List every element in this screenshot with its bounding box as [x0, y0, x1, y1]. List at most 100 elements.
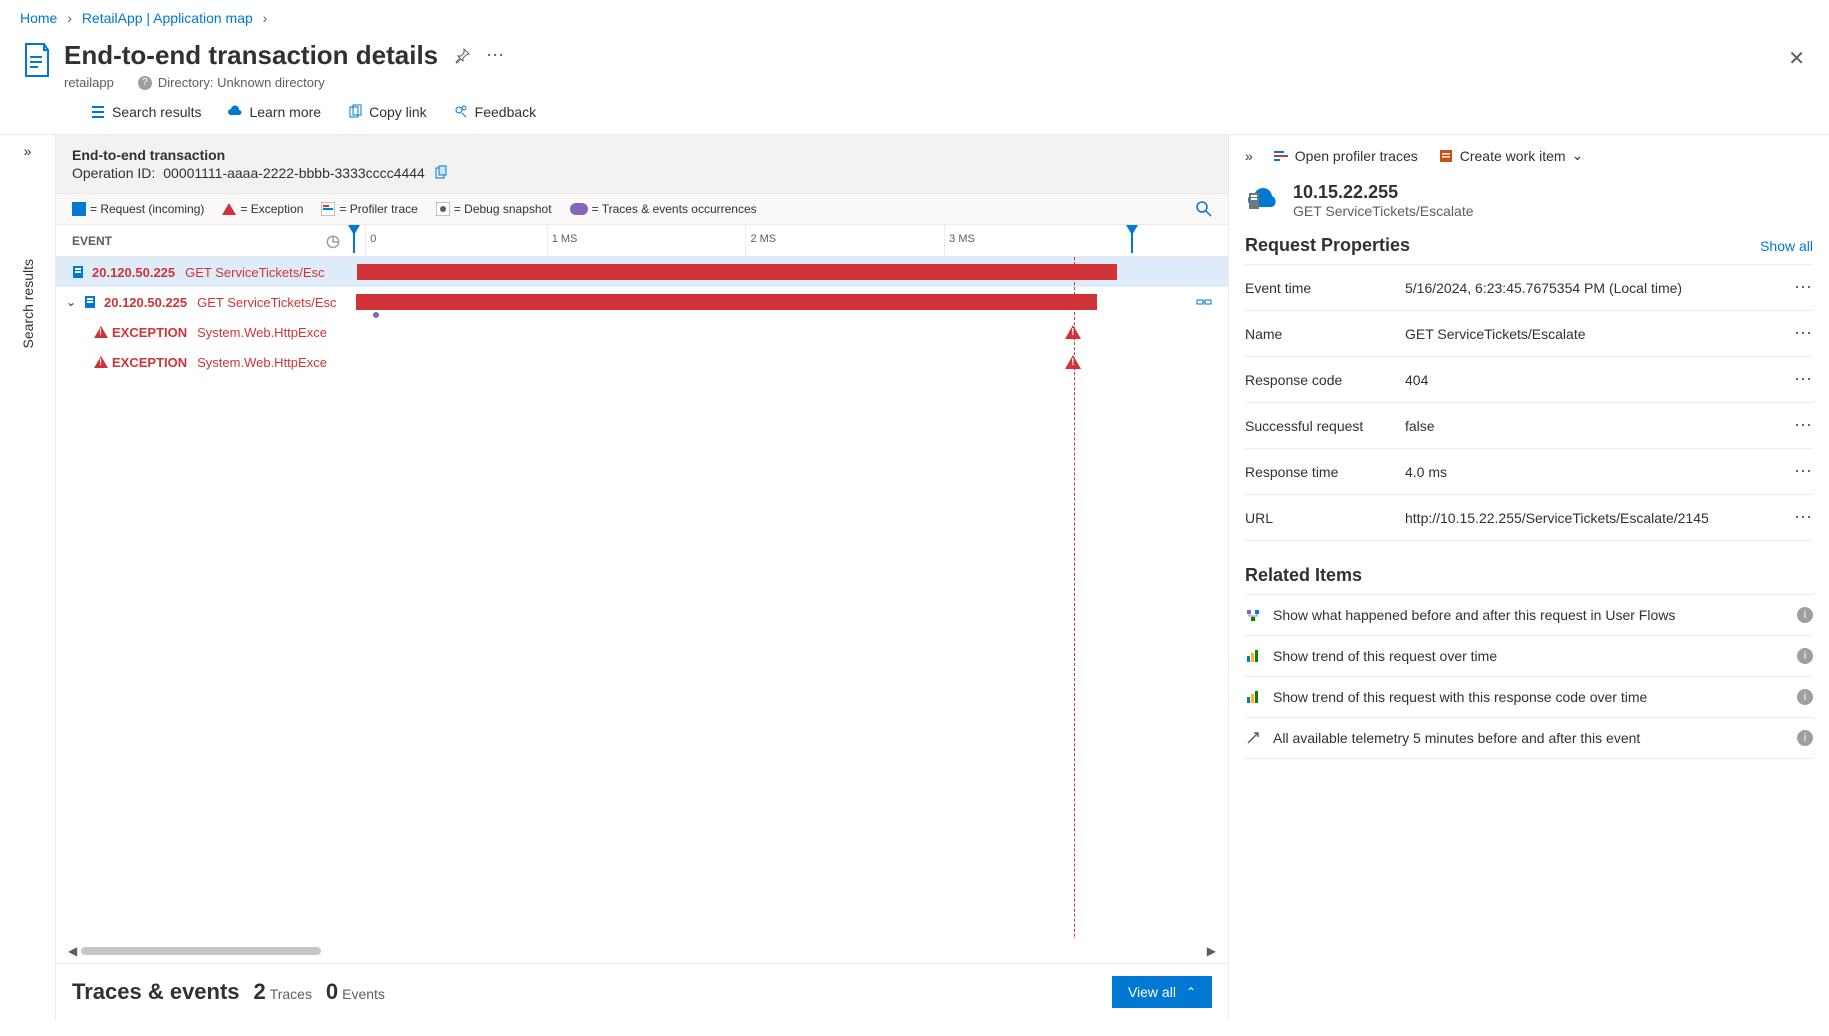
legend-snapshot: = Debug snapshot: [436, 202, 552, 216]
legend-exception: = Exception: [222, 202, 303, 216]
list-item: Event time5/16/2024, 6:23:45.7675354 PM …: [1245, 265, 1813, 311]
list-item[interactable]: Show trend of this request over time i: [1245, 636, 1813, 677]
tick: 3 MS: [944, 225, 975, 256]
breadcrumb-sep: ›: [263, 10, 268, 26]
more-icon[interactable]: ⋯: [1794, 277, 1813, 298]
section-title: Related Items: [1245, 565, 1813, 586]
row-action-icon[interactable]: [1196, 294, 1212, 310]
view-all-button[interactable]: View all ⌃: [1112, 976, 1212, 1008]
chevron-down-icon[interactable]: ⌄: [66, 295, 80, 309]
resource-name: retailapp: [64, 75, 114, 90]
duration-bar: [356, 294, 1097, 310]
chevron-up-icon: ⌃: [1186, 985, 1196, 999]
chart-icon: [1245, 648, 1261, 664]
open-profiler-button[interactable]: Open profiler traces: [1273, 148, 1418, 164]
copy-link-button[interactable]: Copy link: [347, 104, 427, 120]
breadcrumb: Home › RetailApp | Application map ›: [0, 0, 1829, 36]
info-icon[interactable]: i: [1797, 648, 1813, 664]
chevron-down-icon: ⌄: [1572, 147, 1584, 164]
server-icon: [72, 264, 88, 280]
app-insights-icon: [20, 40, 52, 80]
table-row[interactable]: 20.120.50.225 GET ServiceTickets/Esc: [56, 257, 1228, 287]
legend: = Request (incoming) = Exception = Profi…: [56, 194, 1228, 225]
scroll-left-icon[interactable]: ◀: [68, 944, 77, 958]
legend-request: = Request (incoming): [72, 202, 204, 216]
horizontal-scrollbar[interactable]: ◀ ▶: [56, 939, 1228, 963]
pin-icon[interactable]: [454, 48, 470, 64]
rail-label: Search results: [20, 259, 36, 348]
list-item: NameGET ServiceTickets/Escalate⋯: [1245, 311, 1813, 357]
details-toolbar: » Open profiler traces Create work item …: [1229, 135, 1829, 176]
expand-rail-icon[interactable]: »: [24, 143, 32, 159]
more-icon[interactable]: ⋯: [1794, 415, 1813, 436]
cloud-icon: [227, 104, 243, 120]
table-row[interactable]: ⌄ 20.120.50.225 GET ServiceTickets/Esc: [56, 287, 1228, 317]
list-item[interactable]: All available telemetry 5 minutes before…: [1245, 718, 1813, 759]
clock-icon[interactable]: ◷: [326, 231, 340, 251]
timeline-header: EVENT ◷ 0 1 MS 2 MS 3 MS: [56, 225, 1228, 257]
feedback-button[interactable]: Feedback: [453, 104, 536, 120]
learn-more-button[interactable]: Learn more: [227, 104, 321, 120]
profiler-icon: [321, 202, 335, 216]
info-icon[interactable]: i: [1797, 607, 1813, 623]
info-icon[interactable]: i: [1797, 730, 1813, 746]
tx-footer: Traces & events 2Traces 0Events View all…: [56, 963, 1228, 1020]
breadcrumb-sep: ›: [67, 10, 72, 26]
copy-icon: [347, 104, 363, 120]
row-exception-detail: System.Web.HttpExce: [197, 325, 327, 340]
breadcrumb-home[interactable]: Home: [20, 10, 57, 26]
row-ip: 20.120.50.225: [104, 295, 187, 310]
range-start-marker[interactable]: [348, 225, 360, 235]
tick: 0: [365, 225, 376, 256]
chart-icon: [1245, 689, 1261, 705]
copy-opid-icon[interactable]: [433, 165, 449, 181]
scroll-right-icon[interactable]: ▶: [1207, 944, 1216, 958]
details-panel: » Open profiler traces Create work item …: [1229, 135, 1829, 1020]
feedback-icon: [453, 104, 469, 120]
row-op: GET ServiceTickets/Esc: [197, 295, 336, 310]
event-column-label: EVENT: [72, 234, 112, 248]
show-all-link[interactable]: Show all: [1760, 238, 1813, 254]
telemetry-icon: [1245, 730, 1261, 746]
table-row[interactable]: ! EXCEPTION System.Web.HttpExce: [56, 317, 1228, 347]
row-ip: 20.120.50.225: [92, 265, 175, 280]
range-end-marker[interactable]: [1126, 225, 1138, 235]
table-row[interactable]: ! EXCEPTION System.Web.HttpExce: [56, 347, 1228, 377]
list-item: Successful requestfalse⋯: [1245, 403, 1813, 449]
target-ip: 10.15.22.255: [1293, 182, 1474, 203]
search-icon[interactable]: [1196, 201, 1212, 217]
list-item[interactable]: Show trend of this request with this res…: [1245, 677, 1813, 718]
list-icon: [90, 104, 106, 120]
create-work-item-button[interactable]: Create work item ⌄: [1438, 147, 1584, 164]
scrollbar-thumb[interactable]: [81, 947, 321, 955]
tick: 2 MS: [745, 225, 776, 256]
target-op: GET ServiceTickets/Escalate: [1293, 203, 1474, 219]
breadcrumb-app[interactable]: RetailApp | Application map: [82, 10, 253, 26]
more-icon[interactable]: ⋯: [486, 45, 504, 66]
more-icon[interactable]: ⋯: [1794, 507, 1813, 528]
legend-traces: = Traces & events occurrences: [570, 202, 757, 216]
search-results-button[interactable]: Search results: [90, 104, 201, 120]
request-properties-header: Request Properties Show all: [1229, 231, 1829, 264]
opid-label: Operation ID:: [72, 165, 155, 181]
tx-title: End-to-end transaction: [72, 147, 1212, 163]
page-title: End-to-end transaction details: [64, 40, 438, 71]
info-icon[interactable]: ?: [138, 76, 152, 90]
opid-value: 00001111-aaaa-2222-bbbb-3333cccc4444: [163, 165, 425, 181]
info-icon[interactable]: i: [1797, 689, 1813, 705]
cloud-server-icon: [1245, 183, 1281, 219]
close-icon[interactable]: ✕: [1788, 46, 1805, 71]
properties-list: Event time5/16/2024, 6:23:45.7675354 PM …: [1245, 264, 1813, 541]
more-icon[interactable]: ⋯: [1794, 323, 1813, 344]
exception-marker: [1065, 355, 1081, 369]
more-icon[interactable]: ⋯: [1794, 369, 1813, 390]
list-item: Response code404⋯: [1245, 357, 1813, 403]
duration-bar: [357, 264, 1117, 280]
target-block: 10.15.22.255 GET ServiceTickets/Escalate: [1229, 176, 1829, 231]
row-exception-detail: System.Web.HttpExce: [197, 355, 327, 370]
row-exception-label: EXCEPTION: [112, 325, 187, 340]
more-icon[interactable]: ⋯: [1794, 461, 1813, 482]
collapse-details-icon[interactable]: »: [1245, 148, 1253, 164]
events-label: Events: [342, 986, 385, 1002]
list-item[interactable]: Show what happened before and after this…: [1245, 595, 1813, 636]
